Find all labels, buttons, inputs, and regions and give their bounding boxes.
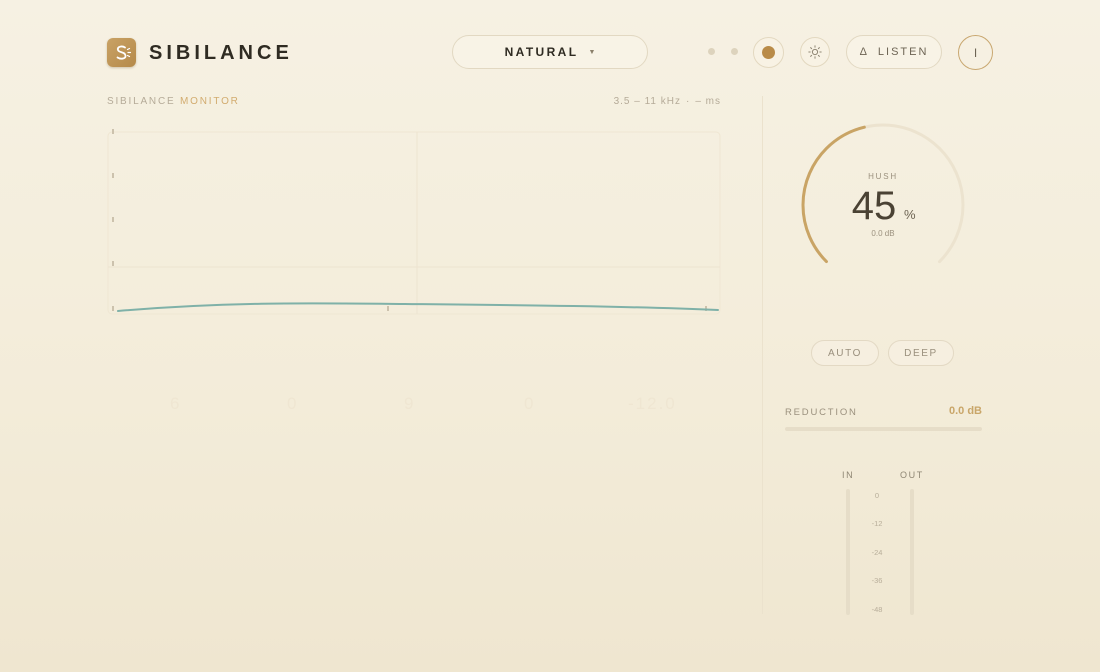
scale-ghost-label: 6 xyxy=(170,394,182,413)
scale-ghost-label: 9 xyxy=(404,394,416,413)
hush-db-readout: 0.0 dB xyxy=(871,229,895,238)
status-indicator-dot xyxy=(708,48,715,55)
preset-label: NATURAL xyxy=(504,45,579,59)
reduction-value: 0.0 dB xyxy=(948,405,982,417)
input-meter-label: IN xyxy=(842,470,855,480)
sun-icon xyxy=(808,45,822,59)
output-level-meter xyxy=(910,489,914,615)
app-logo-icon xyxy=(107,38,136,67)
scale-ghost-label: -12.0 xyxy=(628,394,677,413)
status-indicator-dot xyxy=(731,48,738,55)
meter-tick-label: -36 xyxy=(871,576,883,585)
meter-tick-label: -12 xyxy=(871,519,883,528)
input-level-meter xyxy=(846,489,850,615)
monitor-frequency-range: 3.5 – 11 kHz · – ms xyxy=(613,96,721,107)
sibilance-monitor-display xyxy=(107,129,721,315)
theme-toggle-button[interactable] xyxy=(800,37,830,67)
reduction-label: REDUCTION xyxy=(785,407,858,418)
panel-divider xyxy=(762,96,763,614)
meter-tick-label: -24 xyxy=(871,548,883,557)
delta-icon: Δ xyxy=(859,46,869,58)
app-title: SIBILANCE xyxy=(149,42,293,64)
chevron-down-icon: ▼ xyxy=(588,48,596,56)
power-button[interactable]: I xyxy=(958,35,993,70)
listen-button[interactable]: Δ LISTEN xyxy=(846,35,942,69)
scale-ghost-label: 0 xyxy=(524,394,536,413)
power-icon: I xyxy=(973,45,978,60)
scale-ghost-label: 0 xyxy=(287,394,299,413)
deep-button[interactable]: DEEP xyxy=(888,340,954,366)
meter-tick-label: -48 xyxy=(871,605,883,614)
reduction-meter xyxy=(785,427,982,431)
listen-label: LISTEN xyxy=(877,46,929,58)
auto-button[interactable]: AUTO xyxy=(811,340,879,366)
preset-selector[interactable]: NATURAL ▼ xyxy=(452,35,648,69)
record-button[interactable] xyxy=(753,37,784,68)
meter-tick-label: 0 xyxy=(874,491,880,500)
hush-label: HUSH xyxy=(868,172,898,181)
monitor-title: SIBILANCE MONITOR xyxy=(107,96,240,107)
hush-value: 45 xyxy=(851,184,897,228)
record-icon xyxy=(762,46,775,59)
output-meter-label: OUT xyxy=(900,470,924,480)
sibilance-trace xyxy=(117,302,719,312)
hush-unit: % xyxy=(904,207,916,222)
